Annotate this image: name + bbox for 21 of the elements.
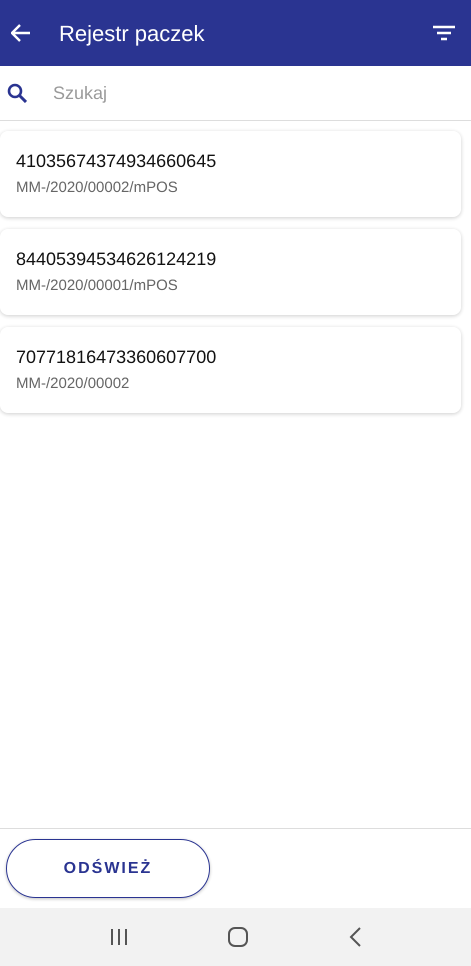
parcel-card[interactable]: 84405394534626124219 MM-/2020/00001/mPOS — [0, 229, 461, 315]
parcel-document: MM-/2020/00002/mPOS — [16, 178, 179, 198]
refresh-button[interactable]: ODŚWIEŻ — [6, 839, 210, 898]
parcel-number: 41035674374934660645 — [16, 150, 218, 174]
parcel-card[interactable]: 41035674374934660645 MM-/2020/00002/mPOS — [0, 131, 461, 217]
filter-button[interactable] — [433, 24, 455, 42]
back-icon[interactable] — [348, 927, 361, 947]
back-arrow-icon — [11, 24, 31, 42]
search-input[interactable]: Szukaj — [53, 80, 464, 106]
parcel-card[interactable]: 70771816473360607700 MM-/2020/00002 — [0, 327, 461, 413]
screen-title: Rejestr paczek — [59, 20, 205, 48]
search-icon — [7, 83, 27, 103]
parcel-document: MM-/2020/00001/mPOS — [16, 276, 179, 296]
parcel-number: 70771816473360607700 — [16, 346, 218, 370]
home-icon[interactable] — [228, 927, 248, 947]
filter-icon — [433, 25, 455, 41]
parcel-document: MM-/2020/00002 — [16, 374, 130, 394]
recent-apps-icon[interactable] — [110, 929, 128, 945]
search-field[interactable]: Szukaj — [0, 66, 471, 121]
parcel-number: 84405394534626124219 — [16, 248, 218, 272]
back-button[interactable] — [10, 22, 32, 44]
